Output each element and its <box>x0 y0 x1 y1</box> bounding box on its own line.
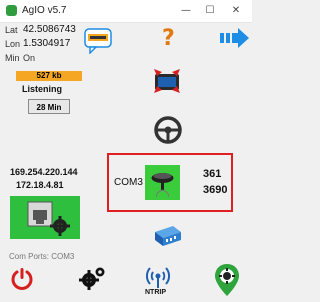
com-ports-label: Com Ports: COM3 <box>9 252 74 261</box>
ntrip-antenna-icon <box>146 267 170 288</box>
on-label: On <box>23 53 36 63</box>
chat-log-icon[interactable] <box>84 28 112 55</box>
maximize-button[interactable]: ☐ <box>202 3 218 19</box>
help-icon[interactable]: ? <box>162 27 178 51</box>
com-ports-value: COM3 <box>51 252 75 261</box>
title-bar: AgIO v5.7 — ☐ ✕ <box>0 0 252 23</box>
gps-antenna-icon <box>151 173 174 198</box>
gps-port-name: COM3 <box>114 177 143 188</box>
ethernet-gear-icon <box>27 201 70 236</box>
gps-value-1: 361 <box>203 168 222 180</box>
minimize-button[interactable]: — <box>178 3 194 19</box>
ntrip-label: NTRIP <box>145 289 166 296</box>
min-label: Min <box>5 53 20 63</box>
listening-status: Listening <box>22 84 62 94</box>
ip-address-2: 172.18.4.81 <box>16 180 64 190</box>
power-icon[interactable] <box>10 267 34 291</box>
gps-value-2: 3690 <box>203 184 228 196</box>
lon-value: 1.5304917 <box>23 38 71 49</box>
window-title: AgIO v5.7 <box>22 5 67 16</box>
steering-wheel-icon[interactable] <box>153 115 183 145</box>
com-ports-label-text: Com Ports: <box>9 252 50 261</box>
lat-value: 42.5086743 <box>23 24 76 35</box>
app-icon <box>6 5 17 16</box>
forward-arrow-icon[interactable] <box>220 27 250 49</box>
close-button[interactable]: ✕ <box>228 3 244 19</box>
map-pin-icon[interactable] <box>213 263 241 297</box>
lat-label: Lat <box>5 25 18 35</box>
imu-module-icon[interactable] <box>151 222 185 250</box>
data-rate-badge: 527 kb <box>16 71 82 81</box>
ip-address-1: 169.254.220.144 <box>10 167 78 177</box>
settings-gears-icon[interactable] <box>78 265 106 293</box>
gps-antenna-button[interactable] <box>145 165 180 200</box>
machine-module-icon[interactable] <box>151 66 183 96</box>
time-button[interactable]: 28 Min <box>28 99 70 114</box>
lon-label: Lon <box>5 39 21 49</box>
ethernet-settings-button[interactable] <box>10 196 80 239</box>
